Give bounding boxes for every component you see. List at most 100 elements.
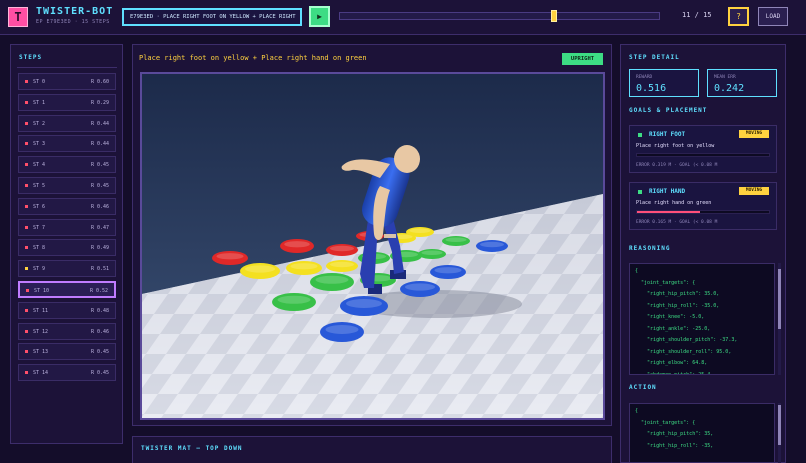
step-item[interactable]: ST 2 R 0.44 [18, 114, 116, 132]
step-item[interactable]: ST 5 R 0.45 [18, 177, 116, 194]
episode-select[interactable]: E79E3ED · PLACE RIGHT FOOT ON YELLOW + P… [122, 8, 302, 26]
goal-name: RIGHT HAND [649, 188, 686, 195]
step-item[interactable]: ST 10 R 0.52 [18, 281, 116, 298]
code-line: "right_shoulder_pitch": -37.3, [635, 337, 738, 343]
step-scrubber[interactable] [339, 10, 660, 22]
step-status-dot [25, 142, 28, 146]
app-logo: T [8, 7, 28, 27]
step-reward: R 0.48 [90, 307, 109, 314]
code-line: "right_ankle": -25.0, [635, 325, 711, 332]
step-counter: 11 / 15 [682, 11, 712, 19]
scrollbar-thumb[interactable] [778, 269, 781, 329]
step-reward: R 0.45 [90, 162, 109, 169]
code-line: { [635, 268, 639, 274]
code-line: { [635, 408, 639, 414]
code-line: "right_hip_pitch": 35.0, [635, 291, 720, 297]
play-button[interactable]: ▶ [309, 6, 330, 27]
robot-head [394, 145, 420, 173]
step-item[interactable]: ST 4 R 0.45 [18, 156, 116, 174]
mat-dot-highlight [290, 263, 318, 270]
step-label: ST 2 [33, 120, 46, 127]
sim-viewport[interactable] [140, 72, 605, 420]
step-status-dot [25, 267, 28, 271]
step-label: ST 14 [33, 370, 49, 377]
code-line: "right_elbow": 64.8, [635, 360, 708, 366]
goal-marker [638, 190, 642, 194]
step-status-dot [26, 289, 29, 292]
step-label: ST 13 [33, 349, 49, 356]
goal-card-right-hand: RIGHT HAND MOVING Place right hand on gr… [629, 182, 777, 230]
action-title: ACTION [629, 384, 657, 391]
step-item[interactable]: ST 1 R 0.29 [18, 93, 116, 111]
mat-panel: TWISTER MAT — TOP DOWN [132, 436, 612, 463]
help-button[interactable]: ? [728, 7, 749, 26]
step-status-dot [25, 246, 28, 250]
scrollbar-thumb[interactable] [778, 405, 781, 445]
detail-panel: STEP DETAIL REWARD 0.516 MEAN ERR 0.242 … [620, 44, 786, 463]
step-item[interactable]: ST 8 R 0.49 [18, 239, 116, 257]
step-reward: R 0.29 [90, 99, 109, 106]
load-button[interactable]: LOAD [758, 7, 788, 26]
app-title: TWISTER-BOT [36, 6, 114, 17]
step-item[interactable]: ST 6 R 0.46 [18, 197, 116, 215]
step-status-dot [25, 204, 28, 208]
reward-label: REWARD [636, 75, 653, 80]
goal-marker [638, 133, 642, 137]
goal-name: RIGHT FOOT [649, 131, 686, 138]
step-item[interactable]: ST 11 R 0.48 [18, 301, 116, 319]
reasoning-scrollbar[interactable] [778, 263, 781, 375]
goal-description: Place right foot on yellow [636, 143, 715, 149]
step-label: ST 10 [34, 288, 50, 294]
step-status-dot [25, 371, 28, 375]
reward-metric: REWARD 0.516 [629, 69, 699, 97]
reasoning-code[interactable]: { "joint_targets": { "right_hip_pitch": … [629, 263, 775, 375]
step-reward: R 0.49 [90, 245, 109, 252]
viewport-panel: Place right foot on yellow + Place right… [132, 44, 612, 426]
mat-dot-highlight [216, 253, 244, 260]
step-item[interactable]: ST 14 R 0.45 [18, 364, 116, 382]
robot-knee [384, 234, 396, 238]
step-label: ST 9 [33, 266, 46, 273]
step-item[interactable]: ST 0 R 0.60 [18, 73, 116, 90]
mat-dot-highlight [445, 237, 467, 242]
step-status-dot [25, 308, 28, 312]
step-reward: R 0.45 [90, 370, 109, 377]
step-reward: R 0.52 [89, 288, 108, 294]
code-line: "right_hip_roll": -35, [635, 442, 714, 449]
mean-err-label: MEAN ERR [714, 75, 736, 80]
goal-error: ERROR 0.319 M · GOAL (< 0.08 M [636, 163, 718, 168]
step-item[interactable]: ST 12 R 0.46 [18, 322, 116, 340]
code-line: "right_hip_roll": -35.0, [635, 302, 720, 309]
scrubber-thumb[interactable] [551, 10, 558, 22]
mat-dot-highlight [277, 295, 311, 304]
step-reward: R 0.44 [90, 120, 109, 127]
action-scrollbar[interactable] [778, 403, 781, 463]
step-reward: R 0.51 [90, 266, 109, 273]
step-item[interactable]: ST 3 R 0.44 [18, 135, 116, 153]
mat-dot-highlight [421, 250, 443, 255]
code-line: "joint_targets": { [635, 279, 696, 286]
step-status-dot [25, 100, 28, 104]
step-label: ST 12 [33, 328, 49, 335]
detail-title: STEP DETAIL [629, 54, 680, 61]
scene-render [142, 74, 603, 418]
step-reward: R 0.44 [90, 141, 109, 148]
step-status-dot [25, 163, 28, 167]
divider [17, 67, 117, 68]
mat-dot-highlight [284, 241, 310, 248]
steps-title: STEPS [19, 54, 43, 61]
step-item[interactable]: ST 9 R 0.51 [18, 260, 116, 278]
action-code[interactable]: { "joint_targets": { "right_hip_pitch": … [629, 403, 775, 463]
code-line: "abdomen_pitch": 25.4 [635, 371, 711, 375]
mat-dot-highlight [315, 275, 349, 284]
code-line: "joint_targets": { [635, 419, 696, 426]
step-label: ST 0 [33, 79, 46, 85]
step-item[interactable]: ST 7 R 0.47 [18, 218, 116, 236]
step-label: ST 3 [33, 141, 46, 148]
step-reward: R 0.60 [90, 79, 109, 85]
step-label: ST 11 [33, 307, 49, 314]
steps-panel: STEPS ST 0R 0.60 ST 1R 0.29 ST 2R 0.44 ST 3… [10, 44, 123, 444]
play-icon: ▶ [317, 12, 322, 21]
step-item[interactable]: ST 13 R 0.45 [18, 343, 116, 361]
goals-title: GOALS & PLACEMENT [629, 107, 708, 114]
